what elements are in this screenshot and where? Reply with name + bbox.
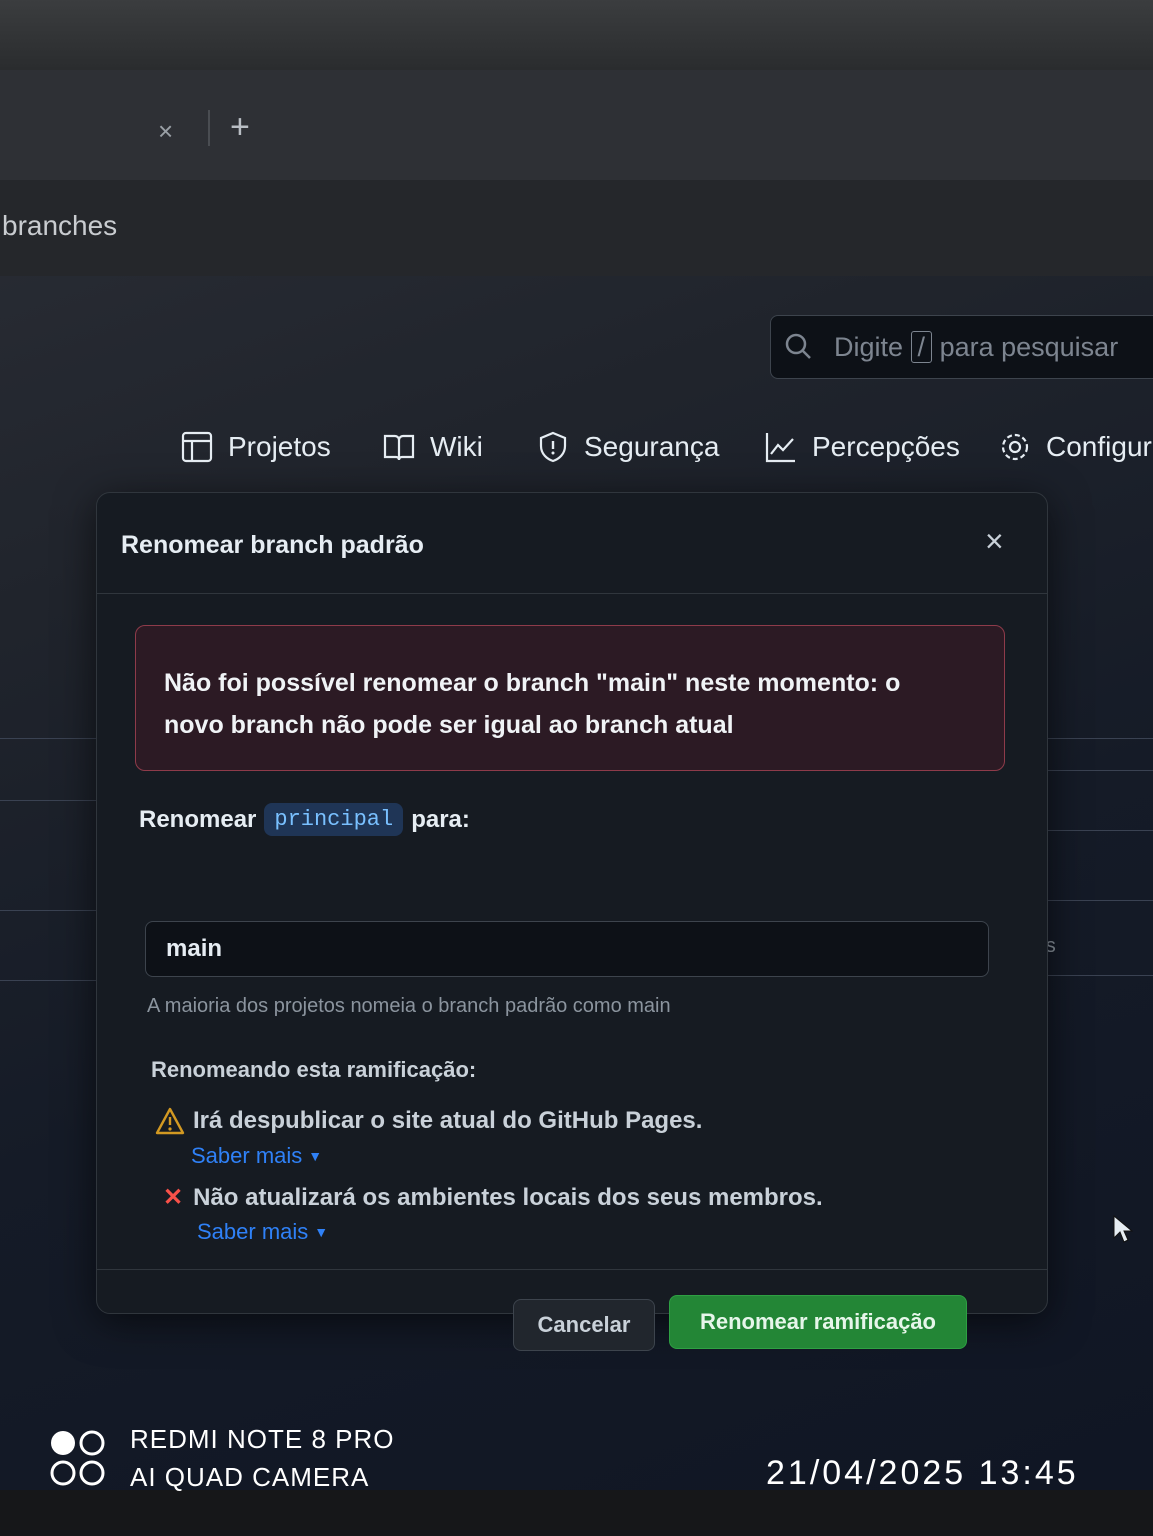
- tab-separator: [208, 110, 210, 146]
- input-hint: A maioria dos projetos nomeia o branch p…: [147, 995, 671, 1017]
- dialog-divider: [97, 593, 1047, 594]
- table-icon: [181, 431, 213, 463]
- graph-icon: [765, 433, 795, 463]
- list-divider: [1030, 738, 1153, 739]
- screen: × + branches Digite / para pesquisar Pro…: [0, 70, 1153, 1490]
- caret-down-icon: ▼: [314, 1224, 329, 1240]
- local-env-notice: ✕ Não atualizará os ambientes locais dos…: [163, 1183, 823, 1212]
- alert-icon: [155, 1107, 185, 1135]
- search-placeholder: Digite / para pesquisar: [834, 331, 1119, 363]
- new-tab-icon[interactable]: +: [230, 108, 250, 147]
- nav-security[interactable]: Segurança: [536, 430, 719, 464]
- nav-projects[interactable]: Projetos: [180, 430, 331, 464]
- camera-subtitle: AI QUAD CAMERA: [130, 1462, 370, 1492]
- list-divider: [0, 980, 96, 981]
- list-divider: [0, 910, 96, 911]
- list-divider: [0, 738, 100, 739]
- learn-more-link-pages[interactable]: Saber mais ▼: [191, 1143, 322, 1169]
- tab-close-icon[interactable]: ×: [158, 116, 173, 147]
- camera-logo-icon: [50, 1430, 105, 1486]
- camera-model: REDMI NOTE 8 PRO: [130, 1424, 395, 1454]
- rename-label: Renomear principal para:: [139, 803, 470, 836]
- search-icon: [785, 333, 811, 359]
- close-icon[interactable]: ×: [985, 523, 1004, 560]
- monitor-bezel-bottom: [0, 1490, 1153, 1536]
- warning-text: Irá despublicar o site atual do GitHub P…: [193, 1107, 703, 1134]
- nav-insights[interactable]: Percepções: [764, 430, 960, 464]
- search-shortcut-key: /: [910, 331, 933, 363]
- url-text[interactable]: branches: [2, 210, 117, 242]
- list-divider: [1030, 830, 1153, 831]
- nav-label: Percepções: [812, 431, 960, 462]
- rename-branch-dialog: Renomear branch padrão × Não foi possíve…: [96, 492, 1048, 1351]
- list-divider: [1030, 975, 1153, 976]
- x-icon: ✕: [163, 1184, 184, 1211]
- new-branch-name-input[interactable]: [145, 921, 989, 977]
- address-bar[interactable]: [0, 180, 1153, 276]
- shield-icon: [539, 431, 567, 463]
- nav-settings[interactable]: Configur: [998, 430, 1152, 464]
- pages-warning: Irá despublicar o site atual do GitHub P…: [155, 1107, 702, 1135]
- error-banner: Não foi possível renomear o branch "main…: [135, 625, 1005, 771]
- rename-prefix: Renomear: [139, 805, 257, 833]
- error-message: Não foi possível renomear o branch "main…: [164, 669, 901, 739]
- list-divider: [1030, 900, 1153, 901]
- nav-label: Projetos: [228, 431, 331, 462]
- list-divider: [1030, 770, 1153, 771]
- gear-icon: [1001, 433, 1029, 461]
- nav-label: Segurança: [584, 431, 720, 462]
- nav-wiki[interactable]: Wiki: [382, 430, 483, 464]
- browser-tab-bar: × +: [0, 70, 1153, 180]
- rename-suffix: para:: [411, 805, 470, 833]
- photo-timestamp: 21/04/2025 13:45: [766, 1454, 1079, 1492]
- list-divider: [0, 800, 96, 801]
- footer-divider: [97, 1269, 1047, 1270]
- monitor-bezel-top: [0, 0, 1153, 70]
- book-icon: [383, 434, 415, 461]
- mouse-pointer-icon: [1113, 1214, 1134, 1243]
- rename-branch-button[interactable]: Renomear ramificação: [669, 1295, 967, 1349]
- nav-label: Configur: [1046, 431, 1152, 462]
- notice-text: Não atualizará os ambientes locais dos s…: [193, 1183, 823, 1211]
- caret-down-icon: ▼: [308, 1148, 323, 1164]
- dialog-title: Renomear branch padrão: [121, 531, 424, 559]
- cancel-button[interactable]: Cancelar: [513, 1299, 655, 1351]
- nav-label: Wiki: [430, 431, 483, 462]
- learn-more-link-local[interactable]: Saber mais ▼: [197, 1219, 328, 1245]
- consequences-heading: Renomeando esta ramificação:: [151, 1057, 477, 1082]
- current-branch-name: principal: [264, 803, 404, 836]
